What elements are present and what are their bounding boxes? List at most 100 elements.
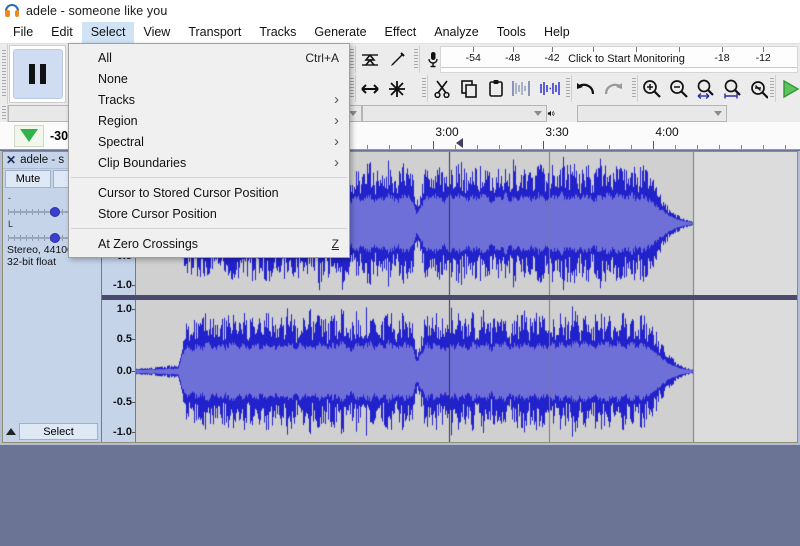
fit-selection-button[interactable] (692, 75, 719, 102)
chevron-right-icon: › (334, 91, 339, 108)
pinned-play-head-button[interactable] (14, 125, 44, 147)
cut-icon (432, 79, 452, 98)
pan-slider-knob[interactable] (50, 233, 60, 243)
menu-item-select[interactable]: Select (82, 22, 135, 43)
meter-scale-label: -12 (756, 52, 771, 64)
cut-button[interactable] (428, 75, 455, 102)
ruler-minor-tick (565, 145, 566, 149)
menu-item-label: Cursor to Stored Cursor Position (98, 186, 339, 200)
channels-combo[interactable] (577, 105, 727, 122)
vertical-ruler-label: -1.0 (113, 426, 132, 438)
meter-scale-label: -54 (466, 52, 481, 64)
paste-button[interactable] (482, 75, 509, 102)
triangle-up-icon[interactable] (6, 428, 16, 435)
ruler-minor-tick (587, 145, 588, 149)
copy-icon (459, 79, 479, 98)
draw-tool-icon (387, 51, 407, 69)
menu-item-effect[interactable]: Effect (376, 22, 426, 43)
pause-button[interactable] (13, 49, 63, 99)
device-toolbar-grip[interactable] (0, 105, 8, 122)
mute-button[interactable]: Mute (5, 170, 51, 188)
tools-toolbar-row2 (348, 75, 410, 102)
paste-icon (486, 79, 506, 98)
ruler-major-tick (433, 141, 434, 149)
recording-meter-scale[interactable]: -54-48-42-18-12Click to Start Monitoring (440, 46, 798, 73)
menu-item-transport[interactable]: Transport (179, 22, 250, 43)
channel-right: 1.00.50.0-0.5-1.0 (102, 300, 797, 443)
redo-button[interactable] (599, 75, 626, 102)
fit-project-icon (721, 79, 745, 99)
ruler-minor-tick (477, 145, 478, 149)
menu-item-analyze[interactable]: Analyze (425, 22, 487, 43)
fit-project-button[interactable] (719, 75, 746, 102)
select-menu-item-store-cursor-position[interactable]: Store Cursor Position (69, 203, 349, 224)
select-track-button[interactable]: Select (19, 423, 98, 440)
chevron-down-icon (714, 111, 722, 116)
menu-item-accelerator: Z (332, 237, 339, 251)
meter-scale-label: -18 (714, 52, 729, 64)
meter-tick (593, 47, 594, 52)
ruler-minor-tick (697, 145, 698, 149)
menu-item-label: None (98, 72, 339, 86)
silence-audio-button[interactable] (536, 75, 563, 102)
select-menu-item-region[interactable]: Region› (69, 110, 349, 131)
ruler-minor-tick (609, 145, 610, 149)
recording-meter-grip[interactable] (412, 46, 420, 73)
menu-item-label: Region (98, 114, 326, 128)
close-icon[interactable]: ✕ (6, 155, 16, 165)
fit-selection-icon (694, 79, 718, 99)
tools-toolbar-row1 (348, 46, 410, 73)
ruler-minor-tick (521, 145, 522, 149)
zoom-out-button[interactable] (665, 75, 692, 102)
multi-tool-button[interactable] (356, 75, 383, 102)
menu-item-generate[interactable]: Generate (305, 22, 375, 43)
vertical-ruler-tick (132, 285, 135, 286)
menu-separator (71, 228, 347, 229)
undo-group-grip[interactable] (564, 75, 572, 102)
trim-audio-icon (511, 79, 535, 98)
menu-item-label: Store Cursor Position (98, 207, 339, 221)
undo-redo-group (564, 75, 626, 102)
track-name[interactable]: adele - s (20, 154, 64, 166)
menu-item-tracks[interactable]: Tracks (250, 22, 305, 43)
menu-item-view[interactable]: View (134, 22, 179, 43)
ruler-major-tick (653, 141, 654, 149)
ruler-minor-tick (741, 145, 742, 149)
menu-item-file[interactable]: File (4, 22, 42, 43)
select-menu-item-cursor-to-stored-cursor-position[interactable]: Cursor to Stored Cursor Position (69, 182, 349, 203)
vertical-ruler-right-channel[interactable]: 1.00.50.0-0.5-1.0 (102, 300, 136, 443)
menu-item-label: Spectral (98, 135, 326, 149)
select-menu-dropdown[interactable]: AllCtrl+ANoneTracks›Region›Spectral›Clip… (68, 43, 350, 258)
multi-tool-icon (359, 80, 381, 98)
select-menu-item-spectral[interactable]: Spectral› (69, 131, 349, 152)
select-menu-item-at-zero-crossings[interactable]: At Zero CrossingsZ (69, 233, 349, 254)
waveform-right-channel[interactable] (136, 300, 797, 443)
play-group (768, 75, 800, 102)
trim-audio-button[interactable] (509, 75, 536, 102)
menu-item-tools[interactable]: Tools (488, 22, 535, 43)
menu-item-label: All (98, 51, 293, 65)
playhead-marker[interactable] (456, 138, 464, 149)
recording-device-combo[interactable] (362, 105, 547, 122)
play-button[interactable] (776, 75, 800, 102)
play-group-grip[interactable] (768, 75, 776, 102)
envelope-tool-icon (360, 51, 380, 69)
select-menu-item-tracks[interactable]: Tracks› (69, 89, 349, 110)
select-menu-item-all[interactable]: AllCtrl+A (69, 47, 349, 68)
copy-button[interactable] (455, 75, 482, 102)
waveform-right-canvas (136, 300, 797, 443)
menu-item-help[interactable]: Help (535, 22, 579, 43)
zoom-in-button[interactable] (638, 75, 665, 102)
menu-item-edit[interactable]: Edit (42, 22, 82, 43)
edit-toolbar-grip[interactable] (420, 75, 428, 102)
transport-toolbar-grip[interactable] (0, 44, 8, 104)
envelope-tool-button[interactable] (356, 46, 383, 73)
undo-button[interactable] (572, 75, 599, 102)
select-menu-item-clip-boundaries[interactable]: Clip Boundaries› (69, 152, 349, 173)
select-menu-item-none[interactable]: None (69, 68, 349, 89)
zoom-tool-button[interactable] (383, 75, 410, 102)
zoom-toolbar-grip[interactable] (630, 75, 638, 102)
vertical-ruler-tick (132, 371, 135, 372)
draw-tool-button[interactable] (383, 46, 410, 73)
zoom-tool-icon (387, 80, 407, 98)
